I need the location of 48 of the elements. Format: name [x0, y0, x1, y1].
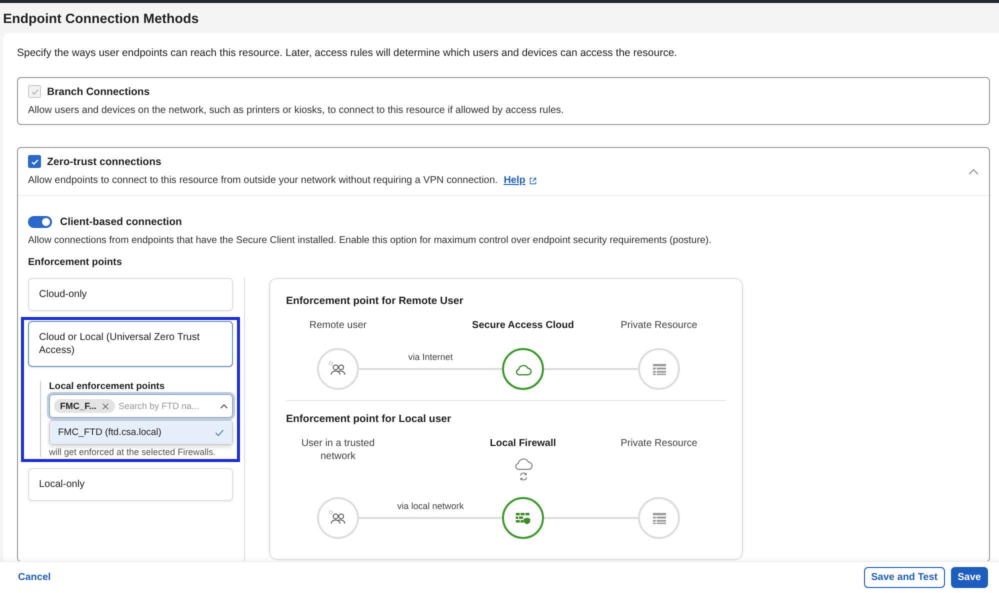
collapse-chevron-icon[interactable]: [968, 168, 979, 175]
users-icon: [328, 510, 348, 526]
node-label: Private Resource: [620, 319, 698, 332]
option-card[interactable]: Cloud or Local (Universal Zero Trust Access): [28, 321, 233, 367]
client-description: Allow connections from endpoints that have the Secure Client installed. Enable this option for maximum control over endpoint security requirements (posture).: [28, 235, 712, 246]
enforcement-heading: Enforcement points: [28, 257, 123, 268]
field-label: Local enforcement points: [49, 381, 166, 392]
section-title: Zero-trust connections: [47, 156, 162, 168]
node-label: Local Firewall: [490, 437, 556, 450]
diagram-title: Enforcement point for Local user: [286, 413, 452, 425]
users-icon: [328, 361, 348, 377]
search-input[interactable]: Search by FTD na...: [118, 401, 199, 411]
node-label: Private Resource: [620, 437, 698, 450]
multiselect-field[interactable]: FMC_F... Search by FTD na...: [49, 394, 233, 418]
sync-icon: [518, 472, 528, 481]
server-list-icon: [652, 512, 666, 524]
node-label: Remote user: [309, 319, 367, 332]
hint-text: will get enforced at the selected Firewalls.: [49, 447, 217, 457]
diagram-title: Enforcement point for Remote User: [286, 295, 464, 307]
selected-tag: FMC_F...: [54, 399, 115, 413]
cancel-link[interactable]: Cancel: [18, 572, 51, 583]
intro-text: Specify the ways user endpoints can reach this resource. Later, access rules will determine which users and devices can access the resource.: [17, 47, 678, 59]
toggle-switch[interactable]: [28, 216, 52, 228]
save-and-test-button[interactable]: Save and Test: [864, 567, 945, 588]
cloud-icon: [513, 456, 533, 471]
section-description: Allow users and devices on the network, such as printers or kiosks, to connect to this resource if allowed by access rules.: [28, 105, 564, 116]
toggle-label: Client-based connection: [60, 216, 182, 228]
section-title: Branch Connections: [47, 86, 150, 98]
section-description: Allow endpoints to connect to this resource from outside your network without requiring a VPN connection.: [28, 175, 498, 186]
option-card[interactable]: Cloud-only: [28, 278, 233, 311]
save-button[interactable]: Save: [950, 567, 988, 588]
remove-icon[interactable]: [102, 402, 109, 410]
server-list-icon: [652, 362, 666, 376]
option-card[interactable]: Local-only: [28, 468, 233, 501]
menu-item[interactable]: FMC_FTD (ftd.csa.local): [50, 421, 232, 444]
link-label: via Internet: [407, 352, 454, 362]
firewall-icon: [515, 512, 531, 524]
node-label: Secure Access Cloud: [472, 319, 574, 332]
checkbox[interactable]: [28, 155, 41, 168]
checkmark-icon: [215, 428, 224, 436]
page-title: Endpoint Connection Methods: [3, 10, 199, 26]
node-label: User in a trusted network: [300, 437, 376, 463]
checkmark-icon: [30, 86, 40, 96]
external-link-icon: [529, 176, 538, 184]
link-label: via local network: [396, 501, 465, 511]
help-link[interactable]: Help: [504, 175, 526, 186]
cloud-icon: [514, 362, 532, 376]
checkmark-icon: [30, 156, 40, 166]
